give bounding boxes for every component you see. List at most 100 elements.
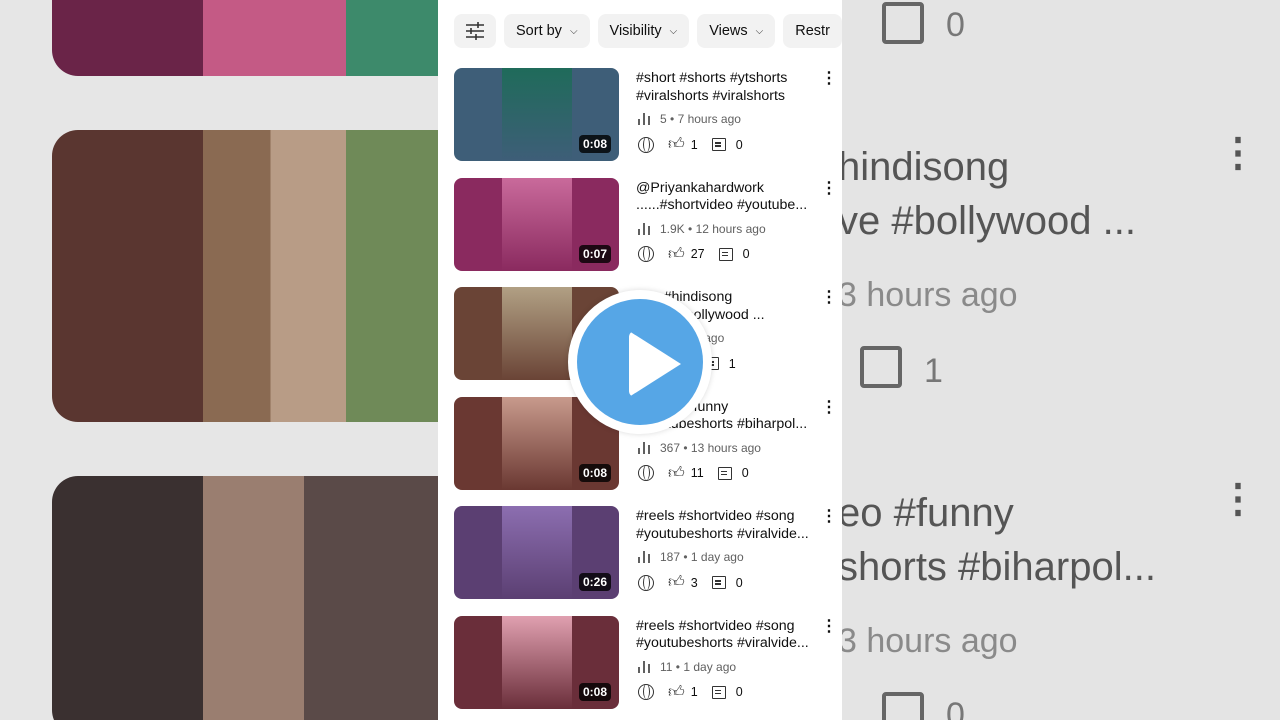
public-globe-icon bbox=[638, 684, 654, 700]
blurred-title: eo #funny shorts #biharpol... bbox=[842, 491, 1156, 589]
video-row[interactable]: 0:08 #short #shorts #ytshorts #viralshor… bbox=[438, 68, 842, 178]
thumbnail-image bbox=[502, 287, 572, 380]
like-count: 1 bbox=[690, 685, 698, 699]
more-options-icon[interactable]: ⋮ bbox=[821, 289, 837, 307]
meta-separator: • bbox=[672, 659, 684, 674]
thumbnail-image bbox=[502, 68, 572, 161]
like-icon: 👍︎ bbox=[668, 464, 685, 482]
like-count: 1 bbox=[690, 137, 698, 152]
like-icon: 👍︎ bbox=[668, 683, 685, 701]
meta-separator: • bbox=[666, 112, 678, 126]
thumbnail-image bbox=[502, 615, 572, 709]
like-count: 3 bbox=[690, 575, 698, 590]
video-stats: 👍︎ 11 0 bbox=[638, 464, 749, 483]
views-chip[interactable]: Views ⌵ bbox=[697, 14, 776, 48]
tune-icon bbox=[466, 22, 484, 40]
comment-icon bbox=[860, 346, 902, 388]
comment-icon bbox=[711, 138, 726, 151]
comment-count: 0 bbox=[742, 247, 750, 261]
comment-count: 1 bbox=[924, 352, 943, 390]
video-stats: 👍︎ 1 0 bbox=[638, 683, 743, 702]
public-globe-icon bbox=[638, 465, 654, 481]
more-options-icon[interactable]: ⋮ bbox=[821, 399, 837, 417]
sort-by-chip[interactable]: Sort by ⌵ bbox=[504, 14, 590, 48]
more-options-icon[interactable]: ⋮ bbox=[821, 618, 837, 636]
blurred-meta: 3 hours ago bbox=[842, 622, 1018, 660]
video-title[interactable]: #reels #shortvideo #song #youtubeshorts … bbox=[636, 508, 818, 543]
view-count: 187 bbox=[660, 550, 681, 564]
more-options-icon[interactable]: ⋮ bbox=[821, 180, 837, 198]
view-count: 367 bbox=[660, 440, 681, 455]
video-meta: 5 • 7 hours ago bbox=[638, 112, 741, 126]
analytics-icon bbox=[638, 551, 652, 563]
upload-age: 7 hours ago bbox=[677, 112, 741, 126]
blurred-title: hindisong ve #bollywood ... bbox=[842, 145, 1136, 243]
comment-count: 0 bbox=[946, 696, 965, 720]
background-right-blur: 0 ⋮ hindisong ve #bollywood ... 3 hours … bbox=[842, 0, 1280, 720]
comment-icon bbox=[882, 2, 924, 44]
video-thumbnail[interactable]: 0:26 bbox=[454, 506, 619, 599]
analytics-icon bbox=[638, 222, 652, 235]
blurred-thumbnail bbox=[52, 476, 438, 720]
comment-icon bbox=[711, 576, 726, 589]
restrictions-chip[interactable]: Restr bbox=[783, 14, 842, 48]
duration-badge: 0:08 bbox=[578, 463, 611, 482]
video-title[interactable]: #short #shorts #ytshorts #viralshorts #v… bbox=[636, 70, 818, 105]
comment-count: 0 bbox=[735, 575, 743, 590]
video-thumbnail[interactable]: 0:08 bbox=[454, 68, 619, 161]
upload-age: 13 hours ago bbox=[690, 440, 761, 455]
more-options-icon[interactable]: ⋮ bbox=[821, 70, 837, 88]
comment-count: 1 bbox=[728, 356, 736, 371]
comment-icon bbox=[711, 685, 726, 699]
analytics-icon bbox=[638, 660, 652, 673]
more-options-icon[interactable]: ⋮ bbox=[821, 508, 837, 526]
video-title[interactable]: @Priyankahardwork ......#shortvideo #you… bbox=[636, 180, 818, 215]
video-thumbnail[interactable]: 0:07 bbox=[454, 177, 619, 271]
public-globe-icon bbox=[638, 574, 654, 591]
meta-separator: • bbox=[680, 550, 691, 564]
filter-options-button[interactable] bbox=[454, 14, 496, 48]
background-left-blur bbox=[0, 0, 438, 720]
video-thumbnail[interactable]: 0:08 bbox=[454, 615, 619, 709]
video-row[interactable]: 0:07 @Priyankahardwork ......#shortvideo… bbox=[438, 177, 842, 288]
video-row[interactable]: 0:08 #reels #shortvideo #song #youtubesh… bbox=[438, 615, 842, 720]
duration-badge: 0:08 bbox=[578, 135, 611, 153]
comment-icon bbox=[718, 247, 733, 261]
play-button[interactable] bbox=[568, 290, 712, 434]
play-button-icon bbox=[577, 299, 703, 425]
duration-badge: 0:08 bbox=[578, 682, 611, 701]
visibility-chip[interactable]: Visibility ⌵ bbox=[597, 14, 690, 48]
duration-badge: 0:26 bbox=[578, 573, 611, 591]
upload-age: 12 hours ago bbox=[695, 221, 766, 236]
meta-separator: • bbox=[684, 221, 696, 236]
blurred-thumbnail bbox=[52, 0, 438, 76]
video-meta: 11 • 1 day ago bbox=[638, 660, 736, 674]
duration-badge: 0:07 bbox=[578, 244, 611, 263]
video-meta: 367 • 13 hours ago bbox=[638, 441, 761, 455]
kebab-icon: ⋮ bbox=[1218, 477, 1258, 521]
chevron-down-icon: ⌵ bbox=[755, 25, 764, 37]
view-count: 1.9K bbox=[660, 221, 685, 236]
chevron-down-icon: ⌵ bbox=[569, 25, 578, 37]
like-count: 27 bbox=[690, 247, 705, 261]
view-count: 11 bbox=[660, 659, 673, 674]
comment-count: 0 bbox=[946, 6, 965, 44]
chevron-down-icon: ⌵ bbox=[669, 25, 678, 37]
video-title[interactable]: #reels #shortvideo #song #youtubeshorts … bbox=[636, 618, 818, 653]
analytics-icon bbox=[638, 113, 652, 125]
public-globe-icon bbox=[638, 136, 654, 153]
video-meta: 187 • 1 day ago bbox=[638, 550, 744, 564]
like-count: 11 bbox=[690, 466, 704, 480]
upload-age: 1 day ago bbox=[690, 550, 744, 564]
comment-count: 0 bbox=[735, 685, 743, 699]
like-icon: 👍︎ bbox=[668, 245, 685, 263]
like-icon: 👍︎ bbox=[668, 574, 685, 591]
analytics-icon bbox=[638, 441, 652, 454]
video-stats: 👍︎ 1 0 bbox=[638, 135, 743, 154]
thumbnail-image bbox=[502, 396, 572, 490]
thumbnail-image bbox=[502, 506, 572, 599]
view-count: 5 bbox=[660, 112, 667, 126]
comment-count: 0 bbox=[735, 137, 743, 152]
upload-age: 1 day ago bbox=[683, 659, 737, 674]
video-row[interactable]: 0:26 #reels #shortvideo #song #youtubesh… bbox=[438, 506, 842, 616]
